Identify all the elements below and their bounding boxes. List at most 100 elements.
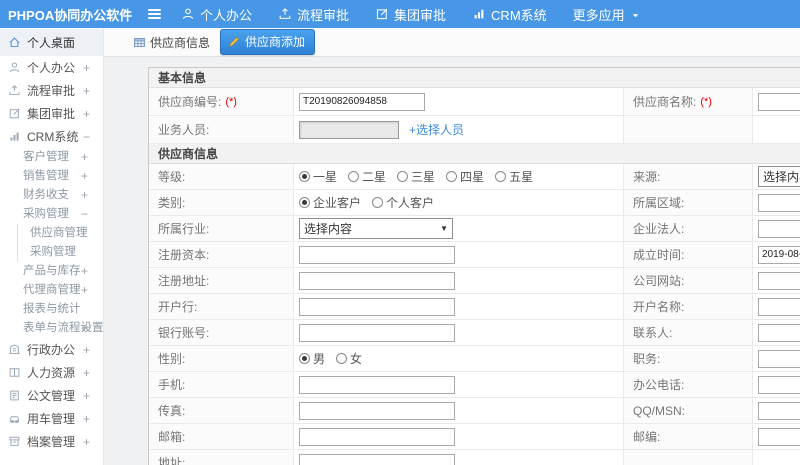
input-supplier-code[interactable] <box>299 92 425 111</box>
field-label-text: 职务: <box>633 352 661 366</box>
input-registered-capital[interactable] <box>299 245 455 264</box>
input-address[interactable] <box>299 453 455 465</box>
sidebar-item-official-docs[interactable]: 公文管理 + <box>0 384 103 407</box>
doc-icon <box>8 389 21 402</box>
input-established-date[interactable] <box>758 245 800 264</box>
sidebar-item-workflow-approval[interactable]: 流程审批 + <box>0 79 103 102</box>
sidebar-subitem-product-inventory[interactable]: 产品与库存 + <box>0 262 103 281</box>
tab-supplier-add[interactable]: 供应商添加 <box>220 29 316 55</box>
input-company-website[interactable] <box>758 271 800 290</box>
select-industry[interactable]: 选择内容 ▼ <box>299 218 453 239</box>
sidebar-subitem-reports-statistics[interactable]: 报表与统计 <box>0 300 103 319</box>
empty-field-cell <box>753 450 800 465</box>
radio-category-option-0[interactable]: 企业客户 <box>299 194 361 211</box>
expand-toggle-icon[interactable]: − <box>81 205 88 224</box>
input-postcode[interactable] <box>758 427 800 446</box>
tab-label: 供应商信息 <box>150 35 211 50</box>
radio-level-option-3[interactable]: 四星 <box>446 168 484 185</box>
field-label-supplier-name: 供应商名称: (*) <box>624 88 753 115</box>
expand-toggle-icon[interactable]: + <box>83 61 90 75</box>
input-region[interactable] <box>758 193 800 212</box>
sidebar-item-human-resources[interactable]: 人力资源 + <box>0 361 103 384</box>
input-legal-person[interactable] <box>758 219 800 238</box>
sidebar-subitem-customer-management[interactable]: 客户管理 + <box>0 148 103 167</box>
sidebar-item-label: 集团审批 <box>27 107 76 121</box>
input-supplier-name[interactable] <box>758 92 800 111</box>
radio-button-icon <box>397 171 409 182</box>
sidebar-subitem-label: 供应商管理 <box>30 227 88 239</box>
sidebar-subitem-procurement-management[interactable]: 采购管理 <box>17 243 103 262</box>
sidebar-item-crm-system[interactable]: CRM系统 − <box>0 125 103 148</box>
choose-person-link[interactable]: +选择人员 <box>409 121 464 138</box>
expand-toggle-icon[interactable]: + <box>81 281 88 300</box>
input-registered-address[interactable] <box>299 271 455 290</box>
input-email[interactable] <box>299 427 455 446</box>
nav-item-crm-system[interactable]: CRM系统 <box>472 5 547 24</box>
sidebar-item-personal-office[interactable]: 个人办公 + <box>0 56 103 79</box>
radio-level-option-1[interactable]: 二星 <box>348 168 386 185</box>
field-cell-business-staff: +选择人员 <box>294 116 624 143</box>
radio-gender-option-0[interactable]: 男 <box>299 350 325 367</box>
input-bank-branch[interactable] <box>299 297 455 316</box>
field-cell-contact-person <box>753 320 800 345</box>
input-bank-account[interactable] <box>299 323 455 342</box>
expand-toggle-icon[interactable]: + <box>83 343 90 357</box>
expand-toggle-icon[interactable]: − <box>83 130 90 144</box>
sidebar-subitem-supplier-management[interactable]: 供应商管理 <box>17 224 103 243</box>
input-position[interactable] <box>758 349 800 368</box>
expand-toggle-icon[interactable]: + <box>83 435 90 449</box>
sidebar-subitem-sales-management[interactable]: 销售管理 + <box>0 167 103 186</box>
radio-category-option-1[interactable]: 个人客户 <box>372 194 434 211</box>
expand-toggle-icon[interactable]: + <box>83 389 90 403</box>
input-mobile[interactable] <box>299 375 455 394</box>
sidebar-item-admin-office[interactable]: 行政办公 + <box>0 338 103 361</box>
input-fax[interactable] <box>299 401 455 420</box>
expand-toggle-icon[interactable]: + <box>83 107 90 121</box>
sidebar-item-label: CRM系统 <box>27 130 79 144</box>
tab-supplier-info[interactable]: 供应商信息 <box>133 34 210 51</box>
sidebar-subitem-finance-income-expense[interactable]: 财务收支 + <box>0 186 103 205</box>
input-qq-msn[interactable] <box>758 401 800 420</box>
select-source[interactable]: 选择内容▼ <box>758 166 800 187</box>
input-business-staff[interactable] <box>299 120 399 139</box>
expand-toggle-icon[interactable]: + <box>81 148 88 167</box>
sidebar-subitem-agent-management[interactable]: 代理商管理 + <box>0 281 103 300</box>
nav-item-workflow-approval[interactable]: 流程审批 <box>278 5 349 24</box>
field-label-bank-branch: 开户行: <box>149 294 294 319</box>
layout: 个人桌面 个人办公 + 流程审批 + 集团审批 + CRM系统 − 客户管理 + 销售管理 + 财务收支 +… <box>0 28 800 465</box>
sidebar-item-personal-desktop[interactable]: 个人桌面 <box>0 29 103 56</box>
sidebar-item-archive-management[interactable]: 档案管理 + <box>0 430 103 453</box>
nav-item-more-apps[interactable]: 更多应用 <box>573 5 641 24</box>
input-contact-person[interactable] <box>758 323 800 342</box>
form-row: 银行账号: 联系人: <box>149 320 800 346</box>
expand-toggle-icon[interactable]: + <box>81 262 88 281</box>
radio-level-option-2[interactable]: 三星 <box>397 168 435 185</box>
sidebar-subitem-purchase-management[interactable]: 采购管理 − <box>0 205 103 224</box>
expand-toggle-icon[interactable]: + <box>83 366 90 380</box>
sidebar-item-group-approval[interactable]: 集团审批 + <box>0 102 103 125</box>
form-row: 等级: 一星 二星 三星 四星 五星 来源: 选择内容▼ <box>149 164 800 190</box>
select-value: 选择内容 <box>763 170 800 184</box>
field-cell-registered-capital <box>294 242 624 267</box>
radio-level-option-0[interactable]: 一星 <box>299 168 337 185</box>
nav-item-label: 更多应用 <box>572 7 625 23</box>
expand-toggle-icon[interactable]: + <box>81 319 88 338</box>
sidebar-subitem-form-workflow-settings[interactable]: 表单与流程设置 + <box>0 319 103 338</box>
field-label-text: 类别: <box>158 196 186 210</box>
hamburger-menu-icon[interactable] <box>148 9 161 19</box>
radio-button-icon <box>336 353 348 364</box>
sidebar-item-label: 公文管理 <box>27 389 76 403</box>
sidebar-item-vehicle-management[interactable]: 用车管理 + <box>0 407 103 430</box>
expand-toggle-icon[interactable]: + <box>81 167 88 186</box>
radio-level-option-4[interactable]: 五星 <box>495 168 533 185</box>
radio-gender-option-1[interactable]: 女 <box>336 350 362 367</box>
expand-toggle-icon[interactable]: + <box>83 84 90 98</box>
field-label-qq-msn: QQ/MSN: <box>624 398 753 423</box>
topbar: PHPOA协同办公软件 个人办公 流程审批 集团审批 CRM系统 更多应用 <box>0 0 800 28</box>
nav-item-personal-office[interactable]: 个人办公 <box>181 5 252 24</box>
input-account-name[interactable] <box>758 297 800 316</box>
nav-item-group-approval[interactable]: 集团审批 <box>375 5 446 24</box>
input-office-phone[interactable] <box>758 375 800 394</box>
expand-toggle-icon[interactable]: + <box>83 412 90 426</box>
expand-toggle-icon[interactable]: + <box>81 186 88 205</box>
